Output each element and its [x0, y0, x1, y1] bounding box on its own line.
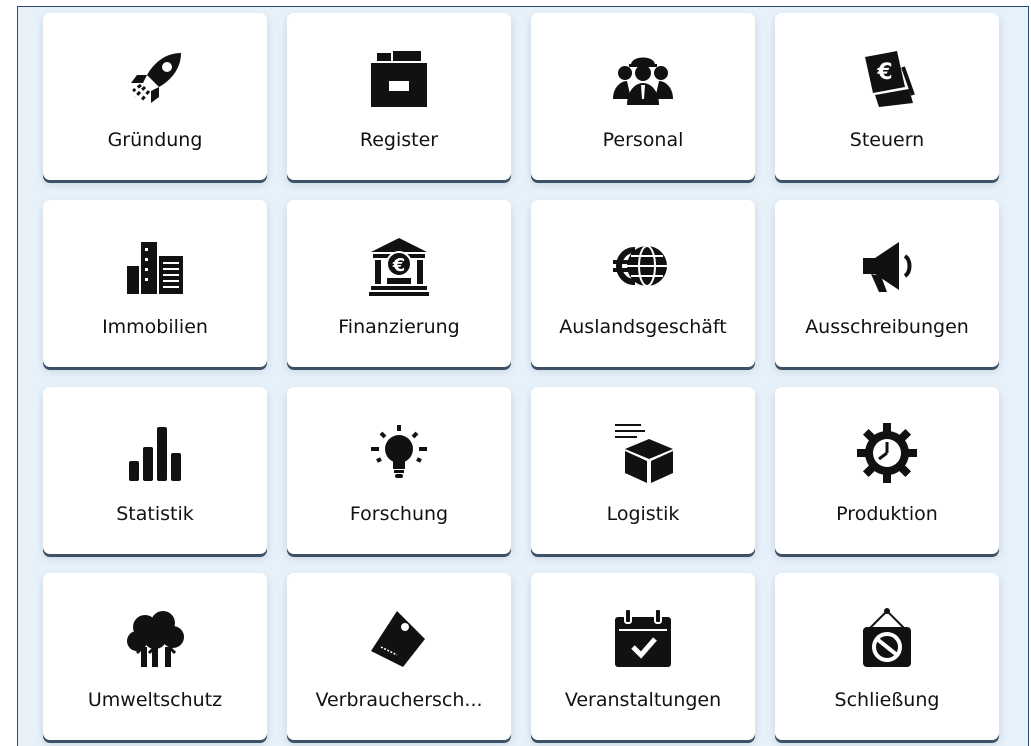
- tile-logistik[interactable]: Logistik: [531, 387, 755, 554]
- svg-text:€: €: [876, 60, 892, 85]
- rocket-icon: [131, 53, 181, 103]
- megaphone-icon: [863, 242, 912, 292]
- tile-finanzierung[interactable]: € Finanzierung: [287, 200, 511, 367]
- tile-label: Steuern: [849, 129, 925, 151]
- tile-auslandsgeschaeft[interactable]: Auslandsgeschäft: [531, 200, 755, 367]
- tile-label: Ausschreibungen: [805, 316, 969, 338]
- tile-forschung[interactable]: Forschung: [287, 387, 511, 554]
- tile-label: Umweltschutz: [87, 689, 223, 711]
- tile-umweltschutz[interactable]: Umweltschutz: [43, 573, 267, 740]
- lightbulb-icon: [371, 425, 427, 478]
- tile-ausschreibungen[interactable]: Ausschreibungen: [775, 200, 999, 367]
- tile-veranstaltungen[interactable]: Veranstaltungen: [531, 573, 755, 740]
- tile-label: Auslandsgeschäft: [559, 316, 727, 338]
- euro-globe-icon: [613, 245, 667, 287]
- tile-schliessung[interactable]: Schließung: [775, 573, 999, 740]
- tile-label: Logistik: [606, 503, 680, 525]
- tile-label: Veranstaltungen: [564, 689, 722, 711]
- team-icon: [613, 57, 673, 105]
- calendar-check-icon: [615, 608, 671, 667]
- tile-personal[interactable]: Personal: [531, 13, 755, 180]
- tile-statistik[interactable]: Statistik: [43, 387, 267, 554]
- tile-label: Verbrauchersch...: [315, 689, 483, 711]
- tile-label: Gründung: [107, 129, 203, 151]
- euro-bill-icon: €: [865, 51, 915, 107]
- bank-euro-icon: €: [369, 238, 429, 296]
- tile-label: Statistik: [116, 503, 194, 525]
- buildings-icon: [127, 242, 183, 294]
- svg-text:€: €: [392, 255, 406, 276]
- tile-label: Schließung: [834, 689, 940, 711]
- archive-box-icon: [371, 51, 427, 107]
- tile-register[interactable]: Register: [287, 13, 511, 180]
- tile-label: Produktion: [836, 503, 938, 525]
- trees-icon: [127, 611, 184, 667]
- tile-label: Register: [359, 129, 439, 151]
- tile-verbraucherschutz[interactable]: Verbrauchersch...: [287, 573, 511, 740]
- tile-gruendung[interactable]: Gründung: [43, 13, 267, 180]
- delivery-box-icon: [615, 424, 673, 483]
- price-tag-icon: [371, 611, 425, 667]
- gear-clock-icon: [857, 423, 917, 483]
- closed-sign-icon: [863, 608, 911, 667]
- tile-steuern[interactable]: € Steuern: [775, 13, 999, 180]
- tile-label: Finanzierung: [338, 316, 460, 338]
- tile-label: Immobilien: [102, 316, 208, 338]
- tile-label: Forschung: [349, 503, 449, 525]
- tile-immobilien[interactable]: Immobilien: [43, 200, 267, 367]
- tile-label: Personal: [602, 129, 684, 151]
- bar-chart-icon: [129, 427, 181, 481]
- tile-produktion[interactable]: Produktion: [775, 387, 999, 554]
